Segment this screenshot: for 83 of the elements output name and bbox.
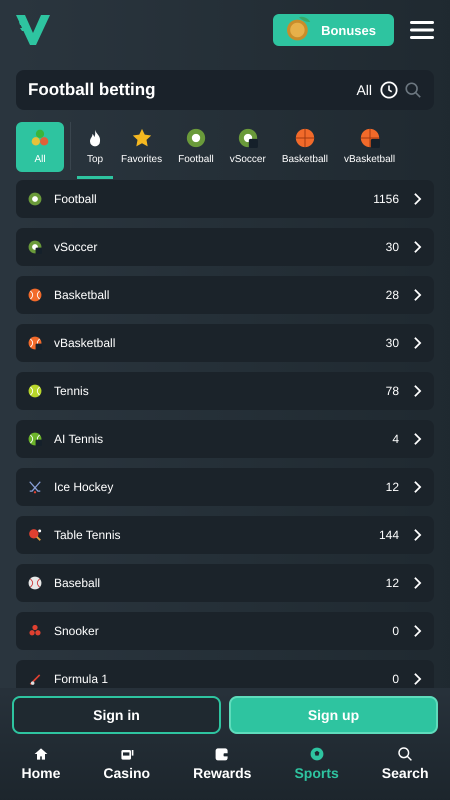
chevron-right-icon: [413, 384, 422, 398]
sports-balls-icon: [30, 128, 50, 148]
search-icon: [397, 746, 414, 762]
category-tab[interactable]: vBasketball: [336, 122, 404, 179]
tennis-ball-icon: [28, 432, 42, 446]
sport-name: Football: [54, 192, 97, 206]
sport-row[interactable]: Basketball 28: [16, 276, 434, 314]
soccer-ball-icon: [186, 128, 206, 148]
chevron-right-icon: [413, 480, 422, 494]
star-icon: [132, 128, 152, 148]
chevron-right-icon: [413, 288, 422, 302]
category-tab[interactable]: Football: [170, 122, 222, 179]
baseball-icon: [28, 576, 42, 590]
basketball-icon: [294, 128, 315, 148]
chevron-right-icon: [413, 336, 422, 350]
event-count: 4: [392, 432, 399, 446]
nav-tab[interactable]: Home: [22, 746, 60, 781]
event-count: 28: [386, 288, 399, 302]
soccer-ball-icon: [28, 192, 42, 206]
chevron-right-icon: [413, 192, 422, 206]
event-count: 12: [386, 480, 399, 494]
category-tab[interactable]: Basketball: [274, 122, 336, 179]
logo-icon[interactable]: [16, 13, 50, 47]
menu-icon[interactable]: [410, 20, 434, 40]
chevron-right-icon: [413, 528, 422, 542]
sign-in-button[interactable]: Sign in: [12, 696, 221, 734]
sport-row[interactable]: Football 1156: [16, 180, 434, 218]
paddle-icon: [28, 528, 42, 542]
search-bar[interactable]: Football betting All: [16, 70, 434, 110]
sport-row[interactable]: Formula 1 0: [16, 660, 434, 688]
sport-row[interactable]: vSoccer 30: [16, 228, 434, 266]
basketball-icon: [28, 336, 42, 350]
sport-name: vSoccer: [54, 240, 98, 254]
snooker-balls-icon: [28, 624, 42, 638]
nav-tab[interactable]: Rewards: [193, 746, 252, 781]
sport-row[interactable]: Table Tennis 144: [16, 516, 434, 554]
page-title: Football betting: [28, 80, 156, 100]
nav-tab[interactable]: Sports: [294, 746, 339, 781]
sport-name: Snooker: [54, 624, 99, 638]
nav-tab[interactable]: Casino: [103, 746, 150, 781]
event-count: 12: [386, 576, 399, 590]
wallet-icon: [214, 746, 230, 762]
chevron-right-icon: [413, 432, 422, 446]
sport-name: Ice Hockey: [54, 480, 114, 494]
race-car-icon: [28, 672, 42, 686]
sport-name: Baseball: [54, 576, 100, 590]
sport-row[interactable]: AI Tennis 4: [16, 420, 434, 458]
basketball-icon: [28, 288, 42, 302]
event-count: 0: [392, 672, 399, 686]
sport-name: Formula 1: [54, 672, 108, 686]
category-tab[interactable]: Favorites: [113, 122, 170, 179]
hockey-sticks-icon: [28, 480, 42, 494]
chevron-right-icon: [413, 672, 422, 686]
chevron-right-icon: [413, 240, 422, 254]
sport-row[interactable]: Baseball 12: [16, 564, 434, 602]
basketball-icon: [360, 128, 380, 148]
sport-row[interactable]: Ice Hockey 12: [16, 468, 434, 506]
event-count: 1156: [373, 192, 399, 206]
event-count: 144: [378, 528, 399, 542]
event-count: 78: [386, 384, 399, 398]
soccer-ball-icon: [308, 746, 325, 762]
tennis-ball-icon: [28, 384, 42, 398]
event-count: 0: [392, 624, 399, 638]
chevron-right-icon: [413, 576, 422, 590]
home-icon: [32, 746, 49, 762]
clock-icon[interactable]: [380, 81, 398, 99]
search-icon[interactable]: [404, 81, 422, 99]
soccer-ball-icon: [238, 128, 258, 148]
sport-row[interactable]: Snooker 0: [16, 612, 434, 650]
soccer-ball-icon: [28, 240, 42, 254]
sport-name: Tennis: [54, 384, 89, 398]
event-count: 30: [386, 240, 399, 254]
sport-row[interactable]: Tennis 78: [16, 372, 434, 410]
sport-name: Table Tennis: [54, 528, 120, 542]
nav-tab[interactable]: Search: [382, 746, 428, 781]
sport-row[interactable]: vBasketball 30: [16, 324, 434, 362]
category-tab[interactable]: vSoccer: [222, 122, 274, 179]
sport-name: vBasketball: [54, 336, 116, 350]
sport-name: Basketball: [54, 288, 110, 302]
chevron-right-icon: [413, 624, 422, 638]
event-count: 30: [386, 336, 399, 350]
sport-name: AI Tennis: [54, 432, 104, 446]
time-filter[interactable]: All: [356, 82, 372, 98]
